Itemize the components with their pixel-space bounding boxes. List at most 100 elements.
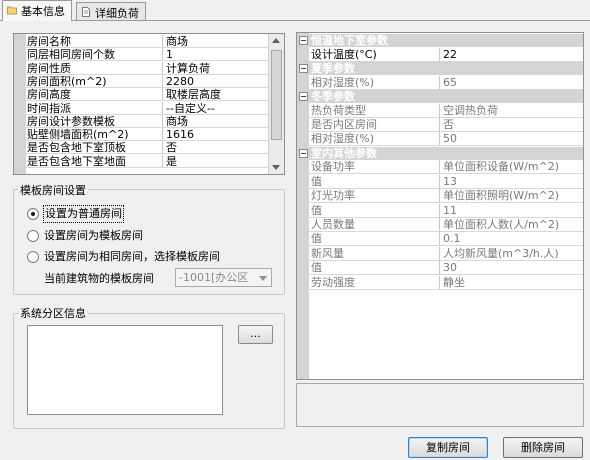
design-grid-gutter — [297, 33, 309, 379]
tab-strip: 基本信息 详细负荷 — [0, 0, 590, 21]
grid-row-value[interactable]: 否 — [440, 118, 583, 132]
property-row[interactable]: 是否包含地下室顶板否 — [26, 141, 269, 155]
grid-row-value[interactable]: 人均新风量(m^3/h.人) — [440, 247, 583, 261]
grid-row-value[interactable]: 静坐 — [440, 276, 583, 290]
scroll-thumb[interactable] — [271, 50, 282, 140]
radio-normal-room-circle[interactable] — [27, 208, 39, 220]
property-key: 房间性质 — [26, 61, 163, 75]
grid-row[interactable]: 是否内区房间否 — [309, 118, 583, 132]
grid-row[interactable]: 人员数量 单位面积人数(人/m^2) — [309, 218, 583, 232]
collapse-minus-icon[interactable] — [299, 36, 308, 45]
template-room-combo-value: -1001[办公区 — [179, 271, 249, 284]
grid-row-value[interactable]: 单位面积设备(W/m^2) — [440, 160, 583, 175]
grid-row[interactable]: 新风量 人均新风量(m^3/h.人) — [309, 246, 583, 261]
property-grid-scrollbar[interactable] — [268, 34, 284, 174]
room-property-grid[interactable]: 房间名称 商场 同层相同房间个数 1 房间性质 计算负荷 房间面积(m^2) 2280 房间高度… — [13, 33, 285, 175]
property-row[interactable]: 同层相同房间个数 1 — [26, 48, 269, 62]
grid-row-value[interactable]: 11 — [440, 204, 583, 218]
property-value[interactable]: 计算负荷 — [163, 62, 269, 75]
grid-row-key: 值 — [309, 261, 440, 276]
system-zone-group-title: 系统分区信息 — [18, 305, 88, 321]
radio-same-room-circle[interactable] — [27, 251, 39, 263]
collapse-minus-icon[interactable] — [299, 148, 308, 158]
property-value[interactable]: --自定义-- — [163, 102, 269, 115]
collapse-minus-icon[interactable] — [299, 64, 308, 73]
property-row[interactable]: 贴壁侧墙面积(m^2) 1616 — [26, 128, 269, 142]
property-value[interactable]: 商场 — [163, 115, 269, 128]
property-key: 时间指派 — [26, 101, 163, 115]
property-value[interactable]: 2280 — [163, 75, 269, 88]
grid-category-header[interactable]: 室内其他参数 — [297, 146, 583, 160]
grid-row-value[interactable]: 单位面积照明(W/m^2) — [440, 189, 583, 204]
grid-row[interactable]: 劳动强度 静坐 — [309, 275, 583, 290]
grid-row[interactable]: 相对湿度(%) 65 — [309, 75, 583, 90]
grid-row-key: 值 — [309, 174, 440, 189]
tab-basic-info-label: 基本信息 — [21, 5, 65, 18]
grid-row-key: 设计温度(°C) — [309, 47, 440, 62]
property-row[interactable]: 房间面积(m^2) 2280 — [26, 74, 269, 88]
grid-row[interactable]: 值 30 — [309, 261, 583, 276]
property-grid-gutter — [14, 34, 26, 174]
grid-row[interactable]: 值 13 — [309, 174, 583, 189]
grid-category-header[interactable]: 冬季参数 — [297, 90, 583, 103]
tab-basic-info[interactable]: 基本信息 — [2, 0, 72, 21]
grid-category-header[interactable]: 恒温地下室参数 — [297, 34, 583, 47]
grid-row[interactable]: 灯光功率 单位面积照明(W/m^2) — [309, 189, 583, 204]
grid-row[interactable]: 设备功率 单位面积设备(W/m^2) — [309, 160, 583, 175]
property-key: 房间名称 — [26, 35, 163, 48]
system-zone-textbox[interactable] — [27, 325, 223, 415]
grid-row-value[interactable]: 0.1 — [440, 232, 583, 247]
grid-row-value[interactable]: 65 — [440, 76, 583, 90]
property-value[interactable]: 1 — [163, 48, 269, 62]
scroll-up-icon[interactable] — [272, 38, 280, 43]
delete-room-button[interactable]: 删除房间 — [503, 437, 583, 458]
property-value[interactable]: 1616 — [163, 128, 269, 142]
grid-row[interactable]: 相对湿度(%) 50 — [309, 132, 583, 147]
grid-row-value[interactable]: 单位面积人数(人/m^2) — [440, 218, 583, 232]
grid-row-value[interactable]: 13 — [440, 175, 583, 189]
collapse-minus-icon[interactable] — [299, 92, 308, 101]
property-key: 是否包含地下室顶板 — [26, 141, 163, 155]
grid-row[interactable]: 设计温度(°C) 22 — [309, 47, 583, 62]
grid-row-value[interactable]: 30 — [440, 261, 583, 276]
grid-row-key: 新风量 — [309, 246, 440, 261]
property-row[interactable]: 是否包含地下室地面是 — [26, 154, 269, 168]
tab-detailed-load[interactable]: 详细负荷 — [76, 2, 146, 20]
tab-detailed-load-label: 详细负荷 — [95, 7, 139, 20]
property-value[interactable]: 取楼层高度 — [163, 88, 269, 102]
grid-row[interactable]: 值 0.1 — [309, 232, 583, 247]
grid-row[interactable]: 热负荷类型 空调热负荷 — [309, 103, 583, 118]
grid-row-key: 灯光功率 — [309, 189, 440, 204]
grid-row-key: 值 — [309, 203, 440, 218]
copy-room-button[interactable]: 复制房间 — [408, 437, 488, 458]
property-row[interactable]: 房间名称 商场 — [26, 35, 269, 48]
property-row[interactable]: 房间性质 计算负荷 — [26, 61, 269, 75]
grid-row-key: 相对湿度(%) — [309, 132, 440, 147]
property-key: 贴壁侧墙面积(m^2) — [26, 128, 163, 142]
property-key: 是否包含地下室地面 — [26, 154, 163, 168]
property-row[interactable]: 房间设计参数模板 商场 — [26, 114, 269, 128]
grid-row-key: 人员数量 — [309, 218, 440, 232]
grid-category-header[interactable]: 夏季参数 — [297, 62, 583, 75]
grid-row-key: 是否内区房间 — [309, 118, 440, 132]
parameter-description-pane — [296, 383, 584, 427]
property-row[interactable]: 房间高度 取楼层高度 — [26, 88, 269, 102]
template-room-combo[interactable]: -1001[办公区 — [175, 268, 272, 287]
grid-row-value[interactable]: 空调热负荷 — [440, 104, 583, 118]
browse-zone-button[interactable]: ... — [238, 325, 273, 344]
property-value[interactable]: 否 — [163, 141, 269, 155]
radio-template-room-circle[interactable] — [27, 230, 39, 242]
grid-category-label: 冬季参数 — [311, 90, 355, 103]
grid-row-value[interactable]: 22 — [440, 48, 583, 62]
chevron-down-icon[interactable] — [259, 276, 267, 281]
scroll-down-icon[interactable] — [272, 165, 280, 170]
property-value[interactable]: 是 — [163, 155, 269, 168]
design-parameter-grid[interactable]: 恒温地下室参数 设计温度(°C) 22 夏季参数 相对湿度(%) 65 冬季参数 热负荷类型空… — [296, 32, 584, 380]
property-row[interactable]: 时间指派 --自定义-- — [26, 101, 269, 115]
property-value[interactable]: 商场 — [163, 35, 269, 48]
grid-row-key: 设备功率 — [309, 160, 440, 175]
grid-row-key: 相对湿度(%) — [309, 75, 440, 90]
grid-row[interactable]: 值 11 — [309, 203, 583, 218]
grid-row-value[interactable]: 50 — [440, 132, 583, 147]
grid-category-label: 室内其他参数 — [311, 146, 377, 160]
